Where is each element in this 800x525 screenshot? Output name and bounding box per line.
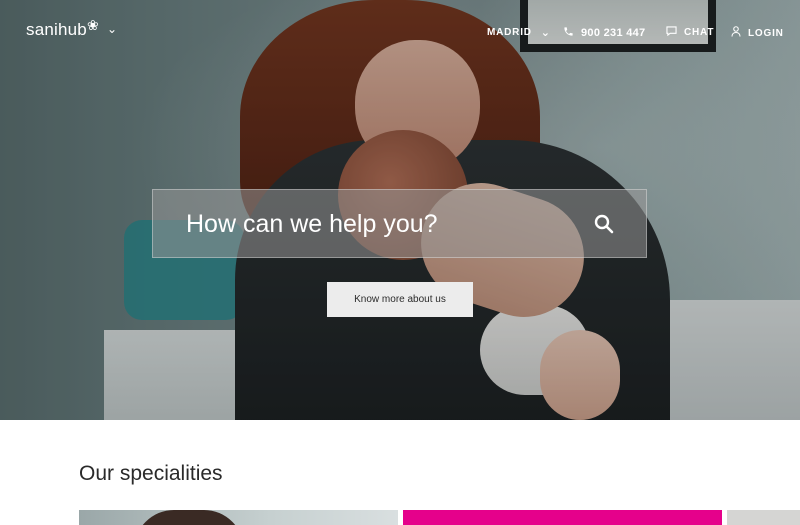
phone-number: 900 231 447 <box>581 27 646 39</box>
speciality-card[interactable] <box>403 510 722 525</box>
know-more-button[interactable]: Know more about us <box>327 282 473 317</box>
chat-label: CHAT <box>684 27 715 38</box>
logo[interactable]: sanihub❀ <box>26 17 99 40</box>
user-icon <box>731 26 741 40</box>
city-label: MADRID <box>487 27 532 38</box>
speciality-card[interactable] <box>79 510 398 525</box>
login-link[interactable]: LOGIN <box>731 26 784 40</box>
phone-link[interactable]: 900 231 447 <box>563 26 645 40</box>
search-input[interactable]: How can we help you? <box>186 210 438 239</box>
search-icon <box>594 214 614 234</box>
speciality-card[interactable] <box>727 510 800 525</box>
search-button[interactable] <box>561 190 646 257</box>
search-box[interactable]: How can we help you? <box>152 189 647 258</box>
chevron-down-icon: ⌄ <box>540 27 551 39</box>
chat-icon <box>666 26 677 39</box>
chevron-down-icon[interactable]: ⌄ <box>107 22 117 36</box>
city-selector[interactable]: MADRID ⌄ <box>487 26 551 39</box>
chat-link[interactable]: CHAT <box>666 26 714 39</box>
section-title: Our specialities <box>79 462 223 485</box>
login-label: LOGIN <box>748 27 784 39</box>
logo-text: sanihub <box>26 20 87 39</box>
phone-icon <box>563 26 574 40</box>
flower-icon: ❀ <box>86 17 99 33</box>
